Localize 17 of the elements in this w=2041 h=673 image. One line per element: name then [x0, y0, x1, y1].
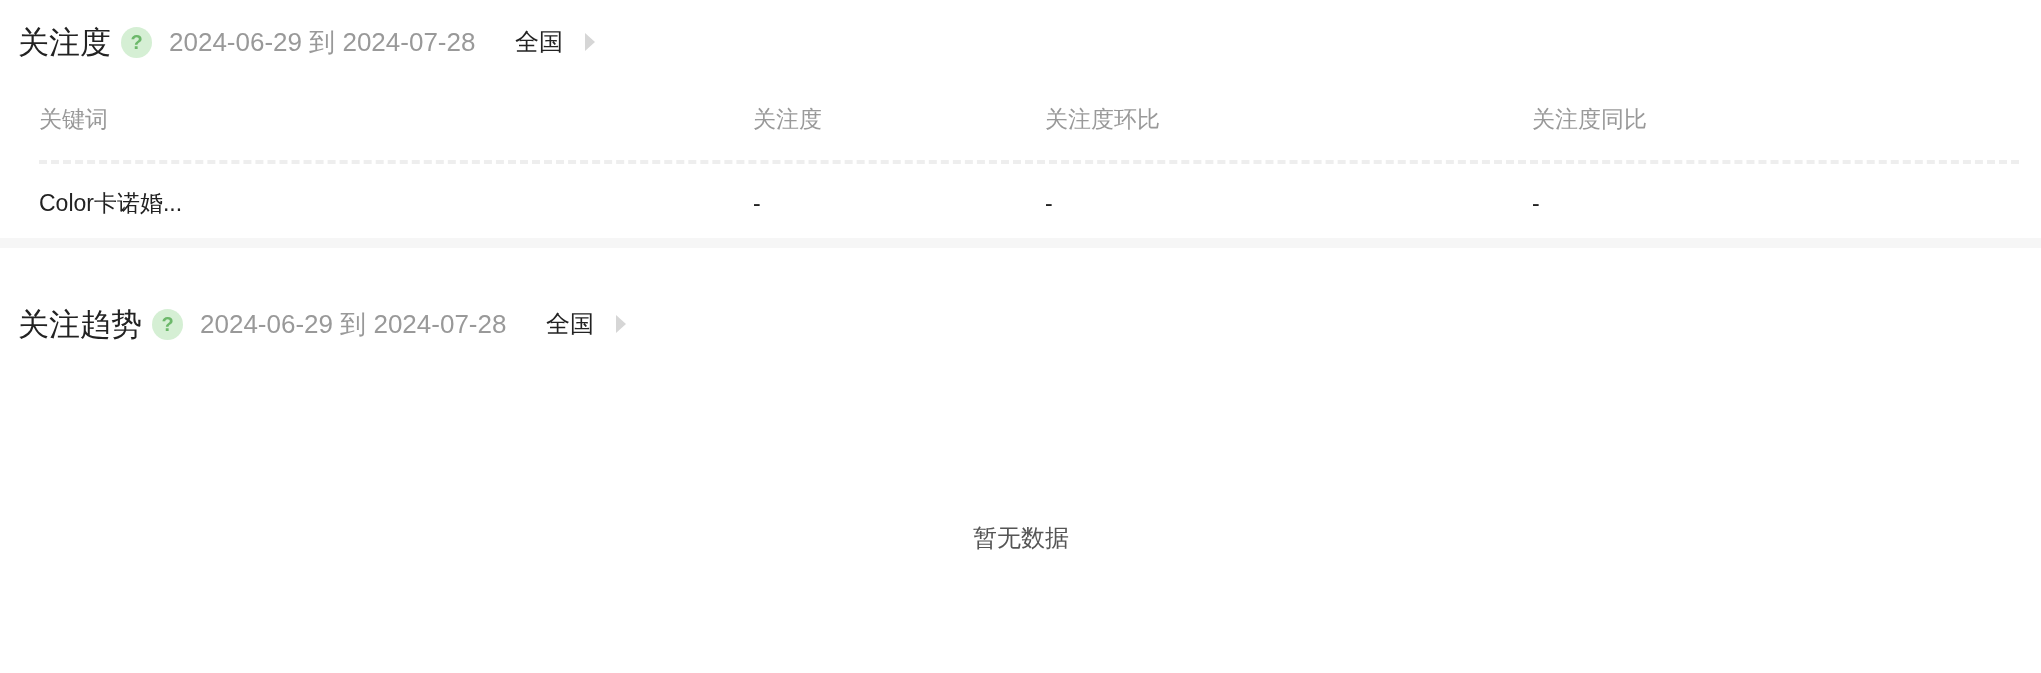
caret-right-icon[interactable] [616, 315, 627, 333]
date-range: 2024-06-29 到 2024-07-28 [200, 311, 507, 337]
table-cell: - [1045, 189, 1053, 216]
column-header: 关注度 [753, 105, 822, 132]
column-header: 关键词 [39, 105, 108, 132]
table-cell: - [753, 189, 761, 216]
region-selector[interactable]: 全国 [515, 30, 564, 54]
table-cell: - [1532, 189, 1540, 216]
column-header: 关注度同比 [1532, 105, 1647, 132]
empty-message: 暂无数据 [972, 523, 1069, 553]
caret-right-icon[interactable] [585, 33, 596, 51]
section-title: 关注趋势 [18, 308, 142, 340]
date-range: 2024-06-29 到 2024-07-28 [169, 29, 476, 55]
section-title: 关注度 [18, 26, 111, 58]
region-selector[interactable]: 全国 [546, 312, 595, 336]
column-header: 关注度环比 [1045, 105, 1160, 132]
table-cell: Color卡诺婚... [39, 189, 183, 216]
